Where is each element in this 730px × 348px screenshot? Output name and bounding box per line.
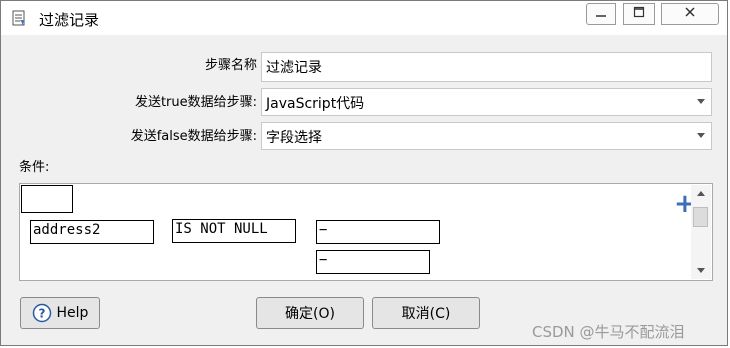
chevron-down-icon: [697, 99, 705, 104]
condition-operator-box[interactable]: IS NOT NULL: [172, 219, 296, 243]
minimize-icon: [595, 6, 607, 22]
step-name-value: 过滤记录: [266, 60, 322, 76]
condition-root-box[interactable]: [21, 185, 73, 213]
dialog-window: 过滤记录 步骤名称 过滤记录 发送true数据给步骤: JavaScript代码: [0, 0, 728, 346]
dialog-body: 步骤名称 过滤记录 发送true数据给步骤: JavaScript代码 发送fa…: [9, 39, 719, 341]
cancel-button[interactable]: 取消(C): [372, 297, 480, 329]
condition-value-text: −: [319, 222, 328, 238]
filter-rows-icon: [11, 10, 27, 26]
true-step-select[interactable]: JavaScript代码: [261, 88, 712, 116]
scroll-up-icon[interactable]: [697, 191, 705, 196]
maximize-button[interactable]: [623, 3, 655, 25]
condition-panel: address2 IS NOT NULL − − +: [19, 183, 713, 281]
condition-scrollbar[interactable]: [691, 185, 711, 279]
watermark: CSDN @牛马不配流泪: [532, 323, 685, 341]
title-bar: 过滤记录: [1, 1, 727, 35]
svg-text:?: ?: [38, 307, 45, 321]
step-name-input[interactable]: 过滤记录: [261, 52, 712, 82]
help-button[interactable]: ? Help: [20, 297, 100, 329]
condition-field-box[interactable]: address2: [30, 220, 154, 244]
close-icon: [684, 6, 696, 22]
condition-exact-value-box[interactable]: −: [316, 250, 430, 274]
condition-value-box[interactable]: −: [316, 220, 440, 244]
condition-field-value: address2: [33, 222, 101, 238]
step-name-label: 步骤名称: [204, 58, 257, 73]
condition-exact-value-text: −: [319, 252, 328, 268]
window-title: 过滤记录: [39, 11, 100, 29]
condition-operator-value: IS NOT NULL: [175, 221, 268, 237]
maximize-icon: [633, 6, 645, 22]
help-button-label: Help: [56, 305, 89, 321]
minimize-button[interactable]: [586, 3, 616, 25]
condition-label: 条件:: [19, 160, 50, 175]
cancel-button-label: 取消(C): [401, 306, 451, 322]
scroll-thumb[interactable]: [693, 207, 708, 227]
false-step-value: 字段选择: [266, 130, 322, 146]
chevron-down-icon: [697, 133, 705, 138]
ok-button-label: 确定(O): [285, 306, 335, 322]
close-button[interactable]: [661, 3, 719, 25]
false-step-label: 发送false数据给步骤:: [130, 129, 257, 144]
ok-button[interactable]: 确定(O): [256, 297, 364, 329]
scroll-down-icon[interactable]: [697, 268, 705, 273]
true-step-label: 发送true数据给步骤:: [134, 95, 257, 110]
true-step-value: JavaScript代码: [266, 96, 365, 112]
false-step-select[interactable]: 字段选择: [261, 122, 712, 150]
help-icon: ?: [32, 303, 52, 323]
